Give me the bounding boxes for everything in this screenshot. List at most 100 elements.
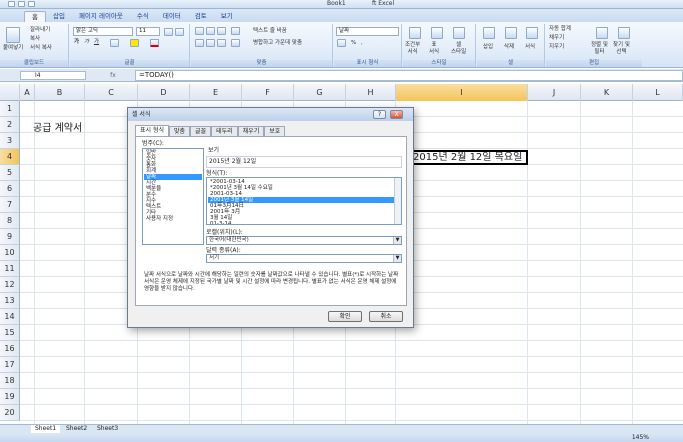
insert-cells-button[interactable]: 삽입 (483, 44, 493, 51)
chevron-down-icon[interactable]: ▼ (393, 237, 401, 244)
undo-icon[interactable] (18, 1, 25, 7)
grow-font-icon[interactable] (164, 28, 173, 36)
tab-view[interactable]: 보기 (214, 11, 240, 22)
tab-number-format[interactable]: 표시 형식 (135, 125, 169, 136)
conditional-format-button[interactable]: 조건부 서식 (405, 42, 420, 56)
row-header[interactable]: 7 (0, 197, 20, 213)
category-list[interactable]: 일반 숫자 통화 회계 날짜 시간 백분율 분수 지수 텍스트 기타 사용자 지정 (142, 148, 204, 245)
row-header[interactable]: 20 (0, 405, 20, 421)
formula-input[interactable]: =TODAY() (135, 70, 683, 81)
decrease-indent-icon[interactable] (231, 39, 240, 47)
fill-button[interactable]: 채우기 (549, 35, 564, 42)
tab-data[interactable]: 데이터 (156, 11, 188, 22)
wrap-text-button[interactable]: 텍스트 줄 바꿈 (253, 28, 287, 35)
tab-protection[interactable]: 보호 (264, 126, 286, 136)
row-header[interactable]: 6 (0, 181, 20, 197)
number-format-select[interactable]: 날짜 (336, 27, 399, 36)
type-list[interactable]: *2001-03-14 *2001년 3월 14일 수요일 2001-03-14 20… (206, 177, 402, 225)
row-header[interactable]: 15 (0, 325, 20, 341)
close-button[interactable]: X (390, 110, 403, 119)
copy-button[interactable]: 복사 (30, 36, 40, 43)
tab-insert[interactable]: 삽입 (46, 11, 72, 22)
find-select-button[interactable]: 찾기 및 선택 (613, 42, 630, 56)
insert-cells-icon[interactable] (483, 27, 495, 39)
font-name-select[interactable]: 맑은 고딕 (73, 27, 133, 36)
format-cells-button[interactable]: 서식 (525, 44, 535, 51)
tab-font[interactable]: 글꼴 (190, 126, 212, 136)
row-header[interactable]: 13 (0, 293, 20, 309)
merge-center-button[interactable]: 병합하고 가운데 맞춤 (253, 40, 302, 47)
calendar-select[interactable]: 서기 ▼ (206, 254, 402, 263)
tab-formulas[interactable]: 수식 (130, 11, 156, 22)
autosum-button[interactable]: 자동 합계 (549, 26, 571, 33)
align-center-icon[interactable] (206, 39, 215, 47)
align-top-icon[interactable] (195, 27, 204, 35)
category-item[interactable]: 사용자 지정 (144, 216, 202, 222)
row-header[interactable]: 8 (0, 213, 20, 229)
zoom-level[interactable]: 145% (632, 433, 649, 442)
type-list-scrollbar[interactable] (394, 178, 401, 224)
align-right-icon[interactable] (217, 39, 226, 47)
format-table-icon[interactable] (431, 27, 443, 39)
row-header[interactable]: 10 (0, 245, 20, 261)
sheet-tab-1[interactable]: Sheet1 (31, 425, 61, 433)
column-header-i[interactable]: I (396, 84, 528, 101)
select-all-corner[interactable] (0, 84, 20, 101)
tab-border[interactable]: 테두리 (211, 126, 238, 136)
row-header[interactable]: 18 (0, 373, 20, 389)
type-item[interactable]: 01-3-14 (208, 221, 394, 224)
column-header-e[interactable]: E (190, 84, 242, 101)
column-header-f[interactable]: F (242, 84, 294, 101)
cancel-button[interactable]: 취소 (369, 311, 403, 322)
paste-icon[interactable] (6, 27, 20, 43)
ok-button[interactable]: 확인 (328, 311, 362, 322)
tab-home[interactable]: 홈 (24, 11, 46, 22)
cell-styles-button[interactable]: 셀 스타일 (451, 42, 466, 56)
sort-filter-button[interactable]: 정렬 및 필터 (591, 42, 608, 56)
delete-cells-icon[interactable] (505, 27, 517, 39)
redo-icon[interactable] (28, 1, 35, 7)
row-header[interactable]: 1 (0, 101, 20, 117)
column-header-k[interactable]: K (581, 84, 633, 101)
shrink-font-icon[interactable] (175, 28, 184, 36)
align-left-icon[interactable] (195, 39, 204, 47)
sheet-tab-3[interactable]: Sheet3 (93, 425, 122, 433)
column-header-h[interactable]: H (346, 84, 396, 101)
locale-select[interactable]: 한국어(대한민국) ▼ (206, 236, 402, 245)
delete-cells-button[interactable]: 삭제 (504, 44, 514, 51)
cell-i4-active[interactable]: 2015년 2월 12일 목요일 (409, 150, 528, 165)
column-header-a[interactable]: A (20, 84, 35, 101)
tab-review[interactable]: 검토 (188, 11, 214, 22)
align-bottom-icon[interactable] (217, 27, 226, 35)
sheet-tab-2[interactable]: Sheet2 (62, 425, 91, 433)
format-table-button[interactable]: 표 서식 (429, 42, 439, 56)
row-header[interactable]: 4 (0, 149, 20, 165)
name-box[interactable]: I4 (20, 71, 86, 80)
row-header[interactable]: 19 (0, 389, 20, 405)
font-size-select[interactable]: 11 (136, 27, 160, 36)
tab-page-layout[interactable]: 페이지 레이아웃 (72, 11, 130, 22)
cell-b2[interactable]: 공급 계약서 (33, 119, 82, 134)
row-header[interactable]: 12 (0, 277, 20, 293)
row-header[interactable]: 9 (0, 229, 20, 245)
column-header-d[interactable]: D (138, 84, 190, 101)
cell-styles-icon[interactable] (453, 27, 465, 39)
align-middle-icon[interactable] (206, 27, 215, 35)
sort-filter-icon[interactable] (596, 27, 608, 39)
row-header[interactable]: 5 (0, 165, 20, 181)
column-header-j[interactable]: J (528, 84, 581, 101)
conditional-format-icon[interactable] (409, 27, 421, 39)
cut-button[interactable]: 잘라내기 (30, 27, 50, 34)
column-header-g[interactable]: G (294, 84, 346, 101)
format-painter-button[interactable]: 서식 복사 (30, 45, 52, 52)
column-header-c[interactable]: C (85, 84, 138, 101)
comma-button[interactable]: , (361, 40, 363, 47)
percent-button[interactable]: % (351, 40, 356, 47)
fx-icon[interactable]: fx (94, 71, 132, 80)
row-header[interactable]: 16 (0, 341, 20, 357)
clear-button[interactable]: 지우기 (549, 44, 564, 51)
row-header[interactable]: 17 (0, 357, 20, 373)
row-header[interactable]: 14 (0, 309, 20, 325)
format-cells-icon[interactable] (526, 27, 538, 39)
row-header[interactable]: 3 (0, 133, 20, 149)
